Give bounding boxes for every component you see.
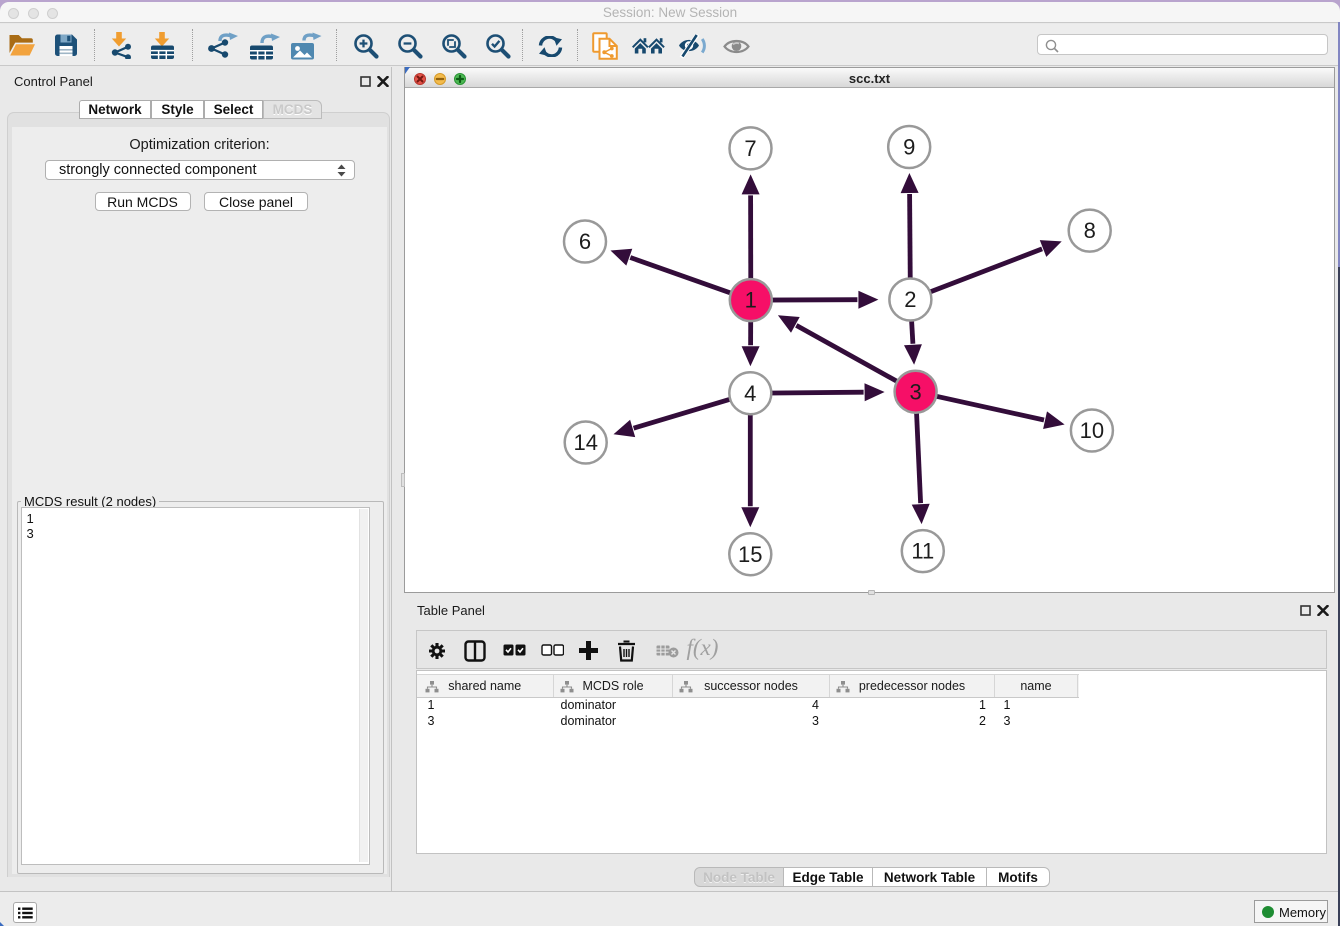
svg-text:10: 10: [1080, 418, 1104, 443]
svg-text:15: 15: [738, 542, 762, 567]
svg-text:6: 6: [579, 229, 591, 254]
svg-text:1: 1: [745, 288, 757, 313]
svg-text:2: 2: [904, 287, 916, 312]
svg-text:4: 4: [744, 381, 756, 406]
svg-text:14: 14: [573, 430, 597, 455]
svg-text:7: 7: [744, 136, 756, 161]
svg-text:11: 11: [911, 539, 934, 564]
svg-text:8: 8: [1084, 218, 1096, 243]
svg-text:3: 3: [909, 379, 921, 404]
svg-text:9: 9: [903, 135, 915, 160]
